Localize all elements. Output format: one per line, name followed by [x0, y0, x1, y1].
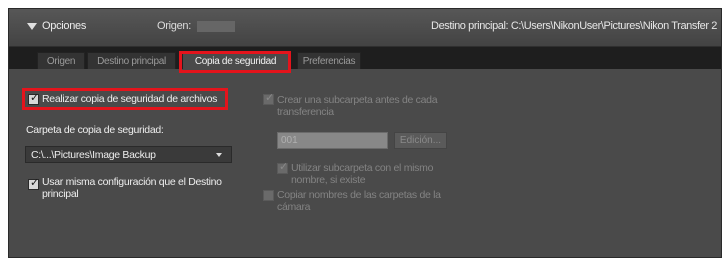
subfolder-number-value: 001	[281, 135, 298, 146]
origin-label: Origen:	[157, 20, 191, 32]
use-existing-label-line2[interactable]: nombre, si existe	[291, 174, 366, 186]
options-panel: Opciones Origen: Destino principal: C:\U…	[8, 8, 722, 258]
checkmark-icon: ✓	[279, 160, 289, 173]
destination-path: Destino principal: C:\Users\NikonUser\Pi…	[431, 20, 717, 32]
copy-names-label-line1[interactable]: Copiar nombres de las carpetas de la	[277, 189, 441, 201]
backup-folder-select[interactable]: C:\...\Pictures\Image Backup	[25, 146, 232, 163]
backup-folder-value: C:\...\Pictures\Image Backup	[31, 149, 156, 161]
copy-names-label-line2[interactable]: cámara	[277, 201, 311, 213]
use-existing-label-line1[interactable]: Utilizar subcarpeta con el mismo	[291, 162, 433, 174]
backup-folder-label: Carpeta de copia de seguridad:	[26, 124, 164, 136]
active-tab-highlight	[179, 51, 291, 73]
tab-origen[interactable]: Origen	[37, 52, 85, 69]
tab-preferencias[interactable]: Preferencias	[297, 52, 361, 69]
tab-destino-principal[interactable]: Destino principal	[87, 52, 176, 69]
copy-camera-folder-names-checkbox[interactable]	[263, 190, 274, 201]
options-title: Opciones	[42, 20, 87, 32]
same-config-label-line1[interactable]: Usar misma configuración que el Destino	[42, 176, 222, 188]
checkmark-icon: ✓	[30, 91, 40, 104]
backup-checkbox[interactable]: ✓	[28, 91, 40, 105]
edit-button[interactable]: Edición...	[394, 132, 447, 149]
checkmark-icon: ✓	[30, 176, 40, 189]
tab-bar: Origen Destino principal Copia de seguri…	[9, 47, 721, 69]
use-existing-subfolder-checkbox[interactable]: ✓	[277, 160, 289, 174]
chevron-down-icon	[216, 153, 222, 157]
create-subfolder-checkbox[interactable]: ✓	[263, 91, 275, 105]
same-config-label-line2[interactable]: principal	[42, 188, 79, 200]
checkmark-icon: ✓	[265, 91, 275, 104]
collapse-arrow-icon[interactable]	[27, 23, 37, 30]
subfolder-number-field[interactable]: 001	[277, 132, 388, 149]
backup-checkbox-label[interactable]: Realizar copia de seguridad de archivos	[42, 93, 217, 105]
create-subfolder-label-line2[interactable]: transferencia	[277, 106, 334, 118]
same-config-checkbox[interactable]: ✓	[28, 176, 40, 190]
origin-value-redacted	[197, 21, 235, 32]
create-subfolder-label-line1[interactable]: Crear una subcarpeta antes de cada	[277, 94, 438, 106]
options-header[interactable]: Opciones Origen: Destino principal: C:\U…	[9, 9, 721, 47]
